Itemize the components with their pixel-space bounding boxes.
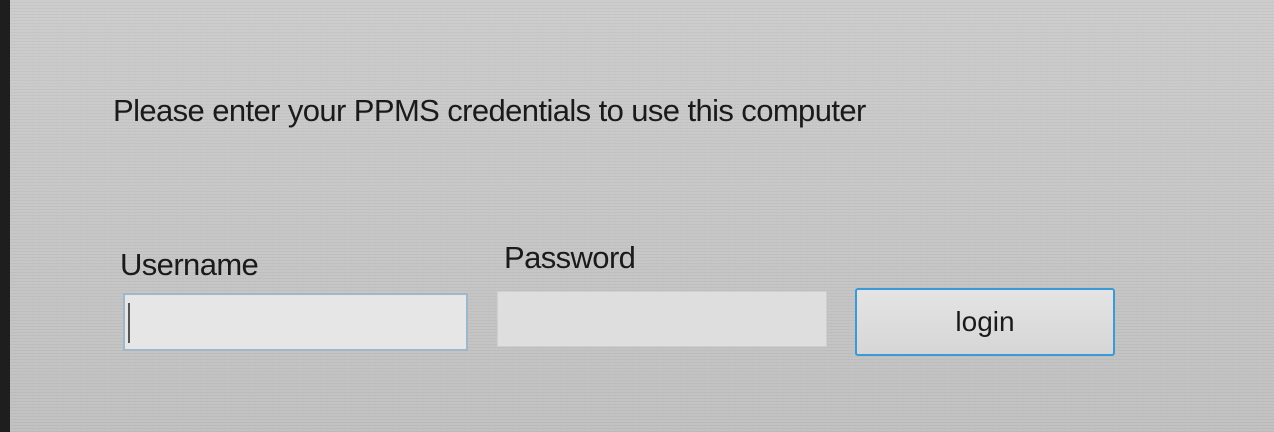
password-input[interactable] xyxy=(497,291,827,347)
login-button[interactable]: login xyxy=(855,288,1115,356)
username-input[interactable] xyxy=(123,293,468,351)
login-screen: Please enter your PPMS credentials to us… xyxy=(10,0,1274,432)
username-label: Username xyxy=(120,247,259,282)
instruction-text: Please enter your PPMS credentials to us… xyxy=(113,93,866,128)
password-label: Password xyxy=(504,240,636,275)
text-caret xyxy=(128,303,130,343)
